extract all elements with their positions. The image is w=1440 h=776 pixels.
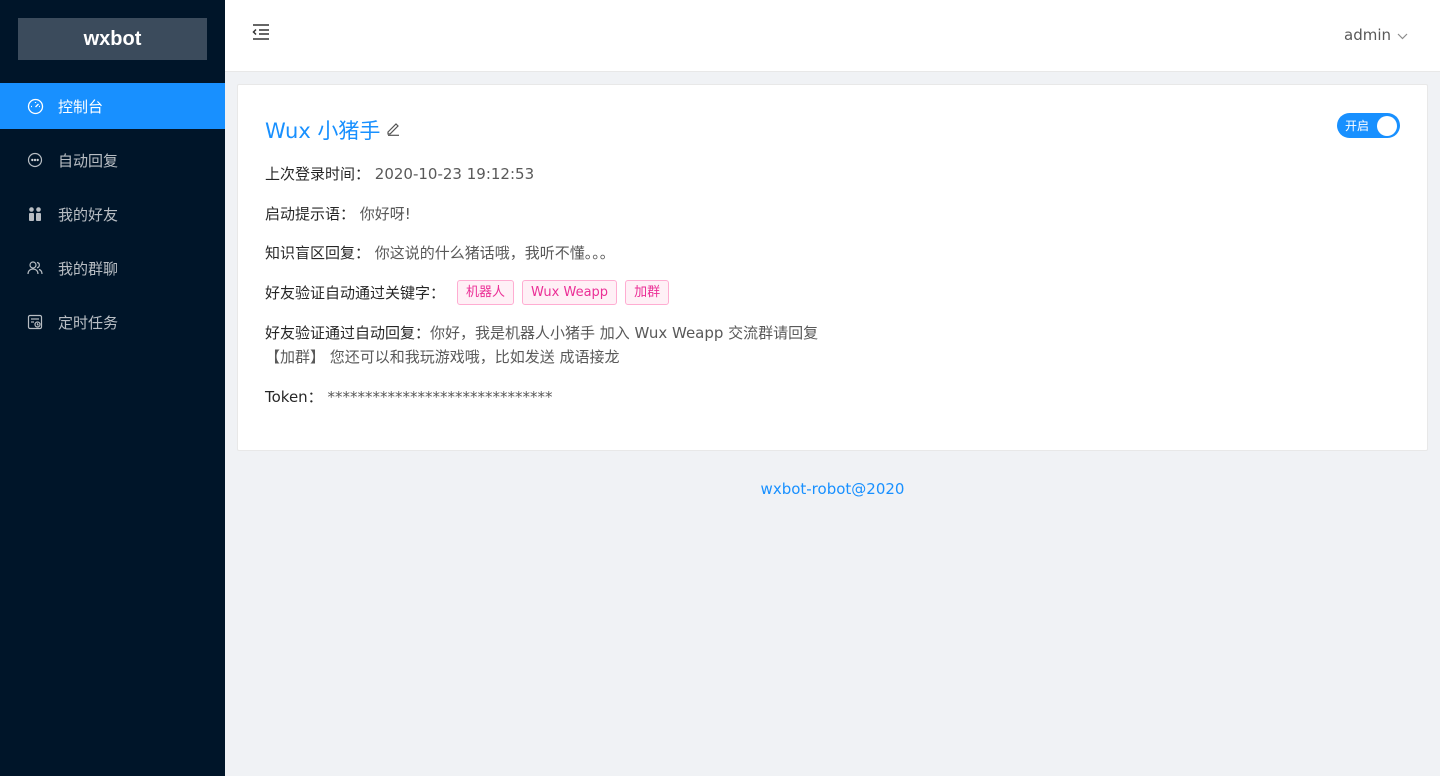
switch-knob bbox=[1377, 115, 1397, 136]
friends-icon bbox=[26, 205, 44, 223]
last-login-row: 上次登录时间： 2020-10-23 19:12:53 bbox=[265, 162, 534, 186]
message-icon bbox=[26, 151, 44, 169]
menu-fold-icon[interactable] bbox=[251, 22, 273, 44]
card-title-row: Wux 小猪手 bbox=[265, 115, 401, 145]
last-login-label: 上次登录时间： bbox=[265, 165, 371, 183]
start-hint-value: 你好呀! bbox=[359, 205, 411, 223]
friend-reply-label: 好友验证通过自动回复： bbox=[265, 324, 431, 342]
sidebar-item-friends[interactable]: 我的好友 bbox=[0, 191, 225, 237]
blind-reply-row: 知识盲区回复： 你这说的什么猪话哦，我听不懂。。。 bbox=[265, 241, 615, 265]
sidebar-item-label: 自动回复 bbox=[58, 151, 119, 170]
app-logo-text: wxbot bbox=[83, 27, 142, 50]
blind-reply-value: 你这说的什么猪话哦，我听不懂。。。 bbox=[374, 244, 615, 262]
bot-name-title: Wux 小猪手 bbox=[265, 119, 381, 143]
group-icon bbox=[26, 259, 44, 277]
switch-label: 开启 bbox=[1345, 119, 1370, 133]
keywords-row: 好友验证自动通过关键字： 机器人 Wux Weapp 加群 bbox=[265, 280, 677, 305]
token-label: Token： bbox=[265, 388, 323, 406]
sidebar-item-auto-reply[interactable]: 自动回复 bbox=[0, 137, 225, 183]
friend-reply-row: 好友验证通过自动回复：你好，我是机器人小猪手 加入 Wux Weapp 交流群请… bbox=[265, 321, 825, 369]
token-value: ****************************** bbox=[327, 388, 553, 406]
sidebar-item-label: 控制台 bbox=[58, 97, 104, 116]
last-login-value: 2020-10-23 19:12:53 bbox=[374, 165, 535, 183]
token-row: Token： ****************************** bbox=[265, 385, 552, 409]
keyword-tag: 机器人 bbox=[457, 280, 515, 305]
sidebar: wxbot 控制台 自动回复 我的好友 我的群聊 定时任务 bbox=[0, 0, 225, 776]
schedule-icon bbox=[26, 313, 44, 331]
sidebar-item-label: 定时任务 bbox=[58, 313, 119, 332]
top-header: admin bbox=[225, 0, 1440, 72]
blind-reply-label: 知识盲区回复： bbox=[265, 244, 371, 262]
footer-link[interactable]: wxbot-robot@2020 bbox=[225, 480, 1440, 498]
footer-text: wxbot-robot@2020 bbox=[760, 480, 905, 498]
app-logo[interactable]: wxbot bbox=[18, 18, 207, 60]
dashboard-icon bbox=[26, 97, 44, 115]
keyword-tag: Wux Weapp bbox=[522, 280, 618, 305]
keyword-tag: 加群 bbox=[625, 280, 670, 305]
sidebar-item-label: 我的群聊 bbox=[58, 259, 119, 278]
user-menu[interactable]: admin bbox=[1344, 26, 1408, 44]
sidebar-item-groups[interactable]: 我的群聊 bbox=[0, 245, 225, 291]
username: admin bbox=[1344, 26, 1391, 44]
chevron-down-icon bbox=[1397, 26, 1408, 44]
start-hint-row: 启动提示语： 你好呀! bbox=[265, 202, 411, 226]
sidebar-item-schedule[interactable]: 定时任务 bbox=[0, 299, 225, 345]
sidebar-item-label: 我的好友 bbox=[58, 205, 119, 224]
start-hint-label: 启动提示语： bbox=[265, 205, 356, 223]
keywords-label: 好友验证自动通过关键字： bbox=[265, 283, 446, 302]
bot-enable-switch[interactable]: 开启 bbox=[1337, 113, 1400, 138]
sidebar-menu: 控制台 自动回复 我的好友 我的群聊 定时任务 bbox=[0, 83, 225, 353]
bot-info-card: Wux 小猪手 开启 上次登录时间： 2020-10-23 19:12:53 启… bbox=[237, 84, 1428, 451]
sidebar-item-dashboard[interactable]: 控制台 bbox=[0, 83, 225, 129]
edit-icon[interactable] bbox=[386, 121, 401, 140]
